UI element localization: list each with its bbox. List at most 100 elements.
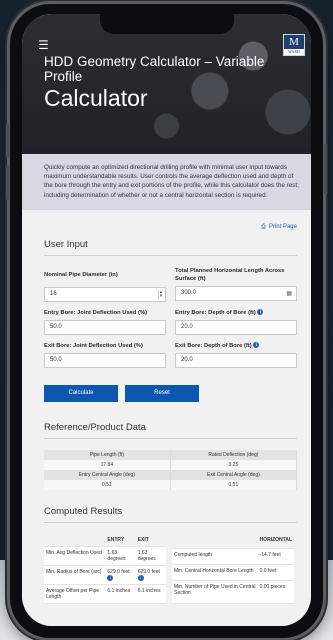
horizontal-length-label: Total Planned Horizontal Length Across S… <box>175 267 285 282</box>
reference-table: Pipe Length (ft) Rated Deflection (deg) … <box>44 449 298 490</box>
exit-depth-input[interactable]: 20.0 <box>175 352 297 368</box>
rated-deflection-label: Rated Deflection (deg) <box>170 449 298 460</box>
exit-depth-label: Exit Bore: Depth of Bore (ft) <box>175 342 252 349</box>
exit-angle-label: Exit Central Angle (deg) <box>170 469 298 480</box>
table-row: Min. Avg Deflection Used 1.63 degrees 1.… <box>44 546 166 566</box>
entry-deflection-input[interactable]: 50.0 <box>44 319 166 335</box>
notch <box>100 14 234 34</box>
exit-depth-value: 20.0 <box>181 356 193 363</box>
row-label: Computed length <box>172 548 258 566</box>
entry-deflection-label: Entry Bore: Joint Deflection Used (%) <box>44 309 148 316</box>
calculator-icon: ▦ <box>286 290 292 297</box>
exit-deflection-label: Exit Bore: Joint Deflection Used (%) <box>44 342 143 349</box>
pipe-diameter-label: Nominal Pipe Diameter (in) <box>44 271 118 278</box>
row-label: Min. Number of Pipe Used in Central Sect… <box>172 580 258 605</box>
pipe-diameter-select[interactable]: 16 ▲ ▼ <box>44 286 166 302</box>
horizontal-value: 0.00 pieces <box>257 580 294 605</box>
rated-deflection-value: 3.25 <box>170 459 298 470</box>
calculate-button[interactable]: Calculate <box>44 384 118 402</box>
exit-value: 629.0 feet <box>137 568 160 575</box>
logo-text: WARD <box>284 49 304 55</box>
phone-frame: ☰ M WARD HDD Geometry Calculator – Varia… <box>6 4 327 638</box>
entry-value-cell: 629.0 feet i <box>105 565 136 586</box>
table-row: Min. Central Horizontal Bore Length 0.0 … <box>172 564 294 582</box>
exit-header: EXIT <box>135 533 166 547</box>
user-input-title: User Input <box>44 231 297 256</box>
entry-deflection-value: 50.0 <box>50 323 62 330</box>
blank-header <box>44 533 106 547</box>
reset-button[interactable]: Reset <box>125 384 199 402</box>
horizontal-value: 0.0 feet <box>257 564 294 582</box>
row-label: Min. Central Horizontal Bore Length <box>172 564 258 582</box>
print-label: Print Page <box>268 223 297 230</box>
horizontal-length-field: Total Planned Horizontal Length Across S… <box>175 267 297 302</box>
entry-depth-label: Entry Bore: Depth of Bore (ft) <box>175 309 256 316</box>
info-icon[interactable]: i <box>107 574 114 581</box>
bottom-fade <box>22 606 311 626</box>
table-row: 17.84 3.25 <box>44 459 298 470</box>
main-content: ⎙ Print Page User Input Nominal Pipe Diam… <box>22 209 311 605</box>
exit-angle-value: 0.51 <box>170 479 298 490</box>
table-row: Pipe Length (ft) Rated Deflection (deg) <box>44 449 298 460</box>
blank-header <box>172 533 258 550</box>
input-row: Exit Bore: Joint Deflection Used (%) 50.… <box>44 342 297 368</box>
exit-depth-field: Exit Bore: Depth of Bore (ft) i 20.0 <box>175 342 297 368</box>
entry-exit-table: ENTRY EXIT Min. Avg Deflection Used 1.63… <box>44 533 166 605</box>
horizontal-length-value: 300.0 <box>181 289 197 296</box>
row-label: Average Offset per Pipe Length <box>44 584 106 605</box>
exit-deflection-value: 50.0 <box>50 356 62 363</box>
page-subtitle: HDD Geometry Calculator – Variable Profi… <box>44 54 265 84</box>
exit-value: 1.63 degrees <box>135 546 166 566</box>
volume-button <box>6 124 9 158</box>
info-icon[interactable]: i <box>257 309 264 316</box>
entry-angle-value: 0.51 <box>44 479 171 490</box>
input-row: Nominal Pipe Diameter (in) 16 ▲ ▼ Total P… <box>44 267 297 302</box>
input-row: Entry Bore: Joint Deflection Used (%) 50… <box>44 309 297 335</box>
pipe-length-value: 17.84 <box>44 459 171 470</box>
row-label: Min. Radius of Bore (arc) <box>44 565 106 586</box>
printer-icon: ⎙ <box>261 223 266 230</box>
table-row: Min. Number of Pipe Used in Central Sect… <box>172 580 294 605</box>
hero-banner: ☰ M WARD HDD Geometry Calculator – Varia… <box>22 14 311 154</box>
exit-depth-label-row: Exit Bore: Depth of Bore (ft) i <box>175 342 297 350</box>
entry-value: 629.0 feet <box>107 568 130 575</box>
entry-depth-input[interactable]: 20.0 <box>175 319 297 335</box>
entry-depth-field: Entry Bore: Depth of Bore (ft) i 20.0 <box>175 309 297 335</box>
exit-deflection-input[interactable]: 50.0 <box>44 352 166 368</box>
logo-letter: M <box>289 36 299 48</box>
table-row: Min. Radius of Bore (arc) 629.0 feet i 62… <box>44 565 166 586</box>
screen: ☰ M WARD HDD Geometry Calculator – Varia… <box>22 14 311 626</box>
table-row: Computed length -14.7 feet <box>172 548 294 566</box>
info-icon[interactable]: i <box>253 342 260 349</box>
pipe-diameter-field: Nominal Pipe Diameter (in) 16 ▲ ▼ <box>44 267 166 302</box>
pipe-length-label: Pipe Length (ft) <box>44 449 171 460</box>
pipe-diameter-value: 16 <box>50 290 57 297</box>
page-title: Calculator <box>44 85 148 111</box>
volume-button <box>6 166 9 200</box>
company-logo[interactable]: M WARD <box>283 34 305 56</box>
table-row: 0.51 0.51 <box>44 479 298 490</box>
row-label: Min. Avg Deflection Used <box>44 546 106 566</box>
entry-depth-value: 20.0 <box>181 323 193 330</box>
horizontal-table: HORIZONTAL Computed length -14.7 feet Mi… <box>172 533 294 605</box>
entry-angle-label: Entry Central Angle (deg) <box>44 469 171 480</box>
chevron-updown-icon: ▲ ▼ <box>158 288 163 299</box>
horizontal-header: HORIZONTAL <box>257 533 294 550</box>
computed-results: ENTRY EXIT Min. Avg Deflection Used 1.63… <box>44 533 297 605</box>
menu-icon[interactable]: ☰ <box>38 38 49 52</box>
horizontal-value: -14.7 feet <box>257 548 294 566</box>
print-page-link[interactable]: ⎙ Print Page <box>44 210 297 231</box>
table-row: Average Offset per Pipe Length 6.1 inche… <box>44 584 166 605</box>
info-icon[interactable]: i <box>137 574 144 581</box>
table-header-row: HORIZONTAL <box>172 533 294 550</box>
horizontal-length-input[interactable]: 300.0 ▦ <box>175 285 297 301</box>
table-header-row: ENTRY EXIT <box>44 533 166 547</box>
intro-text: Quickly compute an optimized directional… <box>22 154 311 210</box>
entry-deflection-field: Entry Bore: Joint Deflection Used (%) 50… <box>44 309 166 335</box>
computed-title: Computed Results <box>44 498 297 523</box>
table-row: Entry Central Angle (deg) Exit Central A… <box>44 469 298 480</box>
exit-deflection-field: Exit Bore: Joint Deflection Used (%) 50.… <box>44 342 166 368</box>
exit-value: 6.1 inches <box>135 584 166 605</box>
power-button <box>324 144 327 194</box>
entry-value: 1.63 degrees <box>105 546 136 566</box>
